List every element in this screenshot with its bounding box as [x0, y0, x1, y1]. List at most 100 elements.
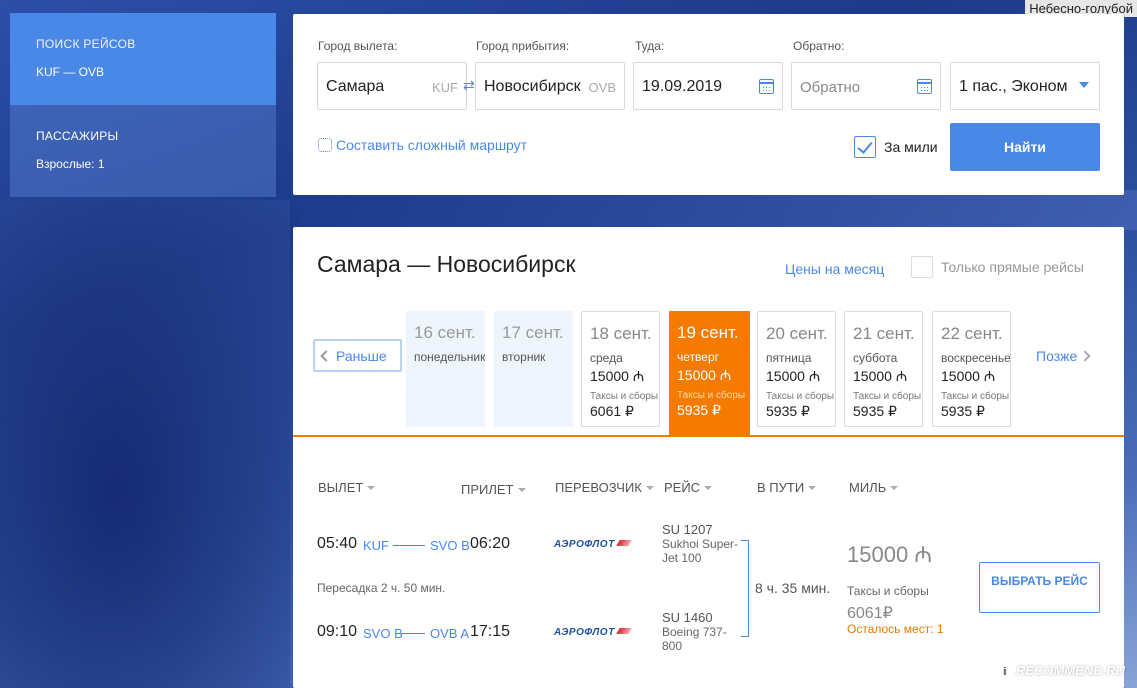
segment-depart-airport: SVO B: [363, 626, 403, 641]
date-cell-weekday: четверг: [677, 350, 719, 364]
swap-icon[interactable]: ⇄: [463, 77, 475, 94]
to-label: Город прибытия:: [476, 39, 570, 53]
depart-date-field[interactable]: 19.09.2019: [633, 62, 783, 110]
selection-divider: [293, 435, 1124, 437]
date-cell-date: 22 сент.: [941, 324, 1003, 343]
date-cell[interactable]: 18 сент. среда 15000 ₼ Таксы и сборы 606…: [581, 311, 660, 427]
calendar-icon[interactable]: [759, 79, 774, 94]
date-cell-weekday: понедельник: [414, 350, 485, 364]
sort-arrow-icon: [367, 486, 376, 490]
to-field[interactable]: Новосибирск OVB: [475, 62, 625, 110]
sort-arrow-icon: [808, 486, 817, 490]
sidebar-search-summary[interactable]: ПОИСК РЕЙСОВ KUF — OVB: [10, 13, 276, 105]
date-cell-selected[interactable]: 19 сент. четверг 15000 ₼ Таксы и сборы 5…: [669, 311, 750, 436]
segment-flight-info: SU 1207 Sukhoi Super-Jet 100: [662, 522, 742, 566]
results-panel: Самара — Новосибирск Цены на месяц Тольк…: [293, 227, 1124, 688]
column-header-carrier[interactable]: ПЕРЕВОЗЧИК: [555, 480, 654, 495]
date-cell-price: 15000 ₼: [677, 367, 732, 383]
later-label: Позже: [1036, 348, 1078, 364]
carrier-name: АЭРОФЛОТ: [554, 627, 615, 638]
date-cell-weekday: среда: [590, 351, 623, 365]
date-cell[interactable]: 21 сент. суббота 15000 ₼ Таксы и сборы 5…: [844, 311, 923, 427]
route-line: [401, 633, 425, 634]
month-prices-link[interactable]: Цены на месяц: [785, 261, 884, 277]
aeroflot-wing-icon: [615, 628, 632, 634]
date-cell-tax-label: Таксы и сборы: [853, 391, 922, 402]
later-button[interactable]: Позже: [1036, 348, 1091, 364]
sort-arrow-icon: [704, 486, 713, 490]
date-cell[interactable]: 16 сент. понедельник: [406, 311, 485, 427]
recommend-watermark: i RECOMMEND.RU: [996, 663, 1125, 680]
sidebar-passengers-title: ПАССАЖИРЫ: [36, 129, 119, 143]
date-cell[interactable]: 20 сент. пятница 15000 ₼ Таксы и сборы 5…: [757, 311, 836, 427]
date-cell-tax-label: Таксы и сборы: [677, 390, 746, 401]
column-header-flight[interactable]: РЕЙС: [664, 480, 713, 495]
find-button[interactable]: Найти: [950, 123, 1100, 171]
calendar-icon[interactable]: [917, 79, 932, 94]
chevron-left-icon: [320, 350, 332, 362]
segment-flight-info: SU 1460 Boeing 737-800: [662, 611, 737, 654]
date-cell-weekday: суббота: [853, 351, 898, 365]
aircraft-type: Boeing 737-800: [662, 625, 727, 653]
transfer-info: Пересадка 2 ч. 50 мин.: [317, 581, 446, 595]
segment-arrive-time: 06:20: [470, 535, 511, 552]
segment-arrive-time: 17:15: [470, 623, 511, 640]
date-cell-fee: 5935 ₽: [941, 403, 985, 419]
segment-arrive-airport: OVB A: [430, 626, 470, 641]
offer-miles: 15000 ₼: [847, 542, 933, 567]
complex-route-link[interactable]: Составить сложный маршрут: [318, 137, 527, 153]
offer-tax-label: Таксы и сборы: [847, 584, 929, 598]
chevron-right-icon: [1079, 350, 1091, 362]
date-cell-date: 16 сент.: [414, 323, 476, 342]
column-header-depart[interactable]: ВЫЛЕТ: [318, 480, 376, 495]
miles-checkbox[interactable]: [854, 136, 876, 158]
date-cell-date: 20 сент.: [766, 324, 828, 343]
date-cell-tax-label: Таксы и сборы: [590, 391, 659, 402]
depart-label: Туда:: [635, 39, 665, 53]
flight-number: SU 1207: [662, 522, 713, 537]
from-value: Самара: [326, 78, 385, 95]
return-date-field[interactable]: Обратно: [791, 62, 941, 110]
background-blur: [300, 190, 1137, 230]
passengers-class-value: 1 пас., Эконом: [959, 78, 1068, 95]
column-header-label: В ПУТИ: [757, 480, 805, 495]
date-cell-tax-label: Таксы и сборы: [766, 391, 835, 402]
date-cell-date: 21 сент.: [853, 324, 915, 343]
total-duration: 8 ч. 35 мин.: [755, 580, 831, 596]
offer-fee: 6061₽: [847, 605, 893, 622]
date-cell[interactable]: 17 сент. вторник: [494, 311, 573, 427]
column-header-label: ВЫЛЕТ: [318, 480, 364, 495]
from-label: Город вылета:: [318, 39, 398, 53]
date-cell[interactable]: 22 сент. воскресенье 15000 ₼ Таксы и сбо…: [932, 311, 1011, 427]
from-field[interactable]: Самара KUF: [317, 62, 467, 110]
direct-only-checkbox[interactable]: [911, 256, 933, 278]
column-header-label: ПЕРЕВОЗЧИК: [555, 480, 642, 495]
aircraft-type: Sukhoi Super-Jet 100: [662, 537, 739, 565]
date-cell-fee: 5935 ₽: [766, 403, 810, 419]
earlier-label: Раньше: [336, 348, 387, 364]
sort-arrow-icon: [890, 486, 899, 490]
sidebar-search-title: ПОИСК РЕЙСОВ: [36, 37, 136, 51]
depart-date-value: 19.09.2019: [642, 78, 723, 95]
search-panel: Город вылета: Самара KUF ⇄ Город прибыти…: [293, 14, 1124, 195]
column-header-duration[interactable]: В ПУТИ: [757, 480, 817, 495]
aeroflot-wing-icon: [615, 540, 632, 546]
column-header-arrive[interactable]: ПРИЛЕТ: [461, 482, 526, 497]
column-header-miles[interactable]: МИЛЬ: [849, 480, 899, 495]
segment-depart-time: 09:10: [317, 623, 358, 640]
aeroflot-logo: АЭРОФЛОТ: [554, 627, 632, 638]
sidebar-search-route: KUF — OVB: [36, 65, 105, 79]
recommend-logo-icon: i: [996, 664, 1013, 680]
segment-arrive-airport: SVO B: [430, 538, 470, 553]
earlier-button[interactable]: Раньше: [313, 339, 402, 372]
select-flight-button[interactable]: ВЫБРАТЬ РЕЙС: [979, 562, 1100, 613]
to-value: Новосибирск: [484, 78, 581, 95]
sidebar-passengers[interactable]: ПАССАЖИРЫ Взрослые: 1: [10, 105, 276, 197]
recommend-watermark-text: RECOMMEND.RU: [1015, 663, 1125, 678]
aeroflot-logo: АЭРОФЛОТ: [554, 539, 632, 550]
route-title: Самара — Новосибирск: [317, 251, 576, 277]
segment-depart-time: 05:40: [317, 535, 358, 552]
date-cell-price: 15000 ₼: [590, 368, 645, 384]
passengers-class-select[interactable]: 1 пас., Эконом: [950, 62, 1100, 110]
date-cell-price: 15000 ₼: [766, 368, 821, 384]
